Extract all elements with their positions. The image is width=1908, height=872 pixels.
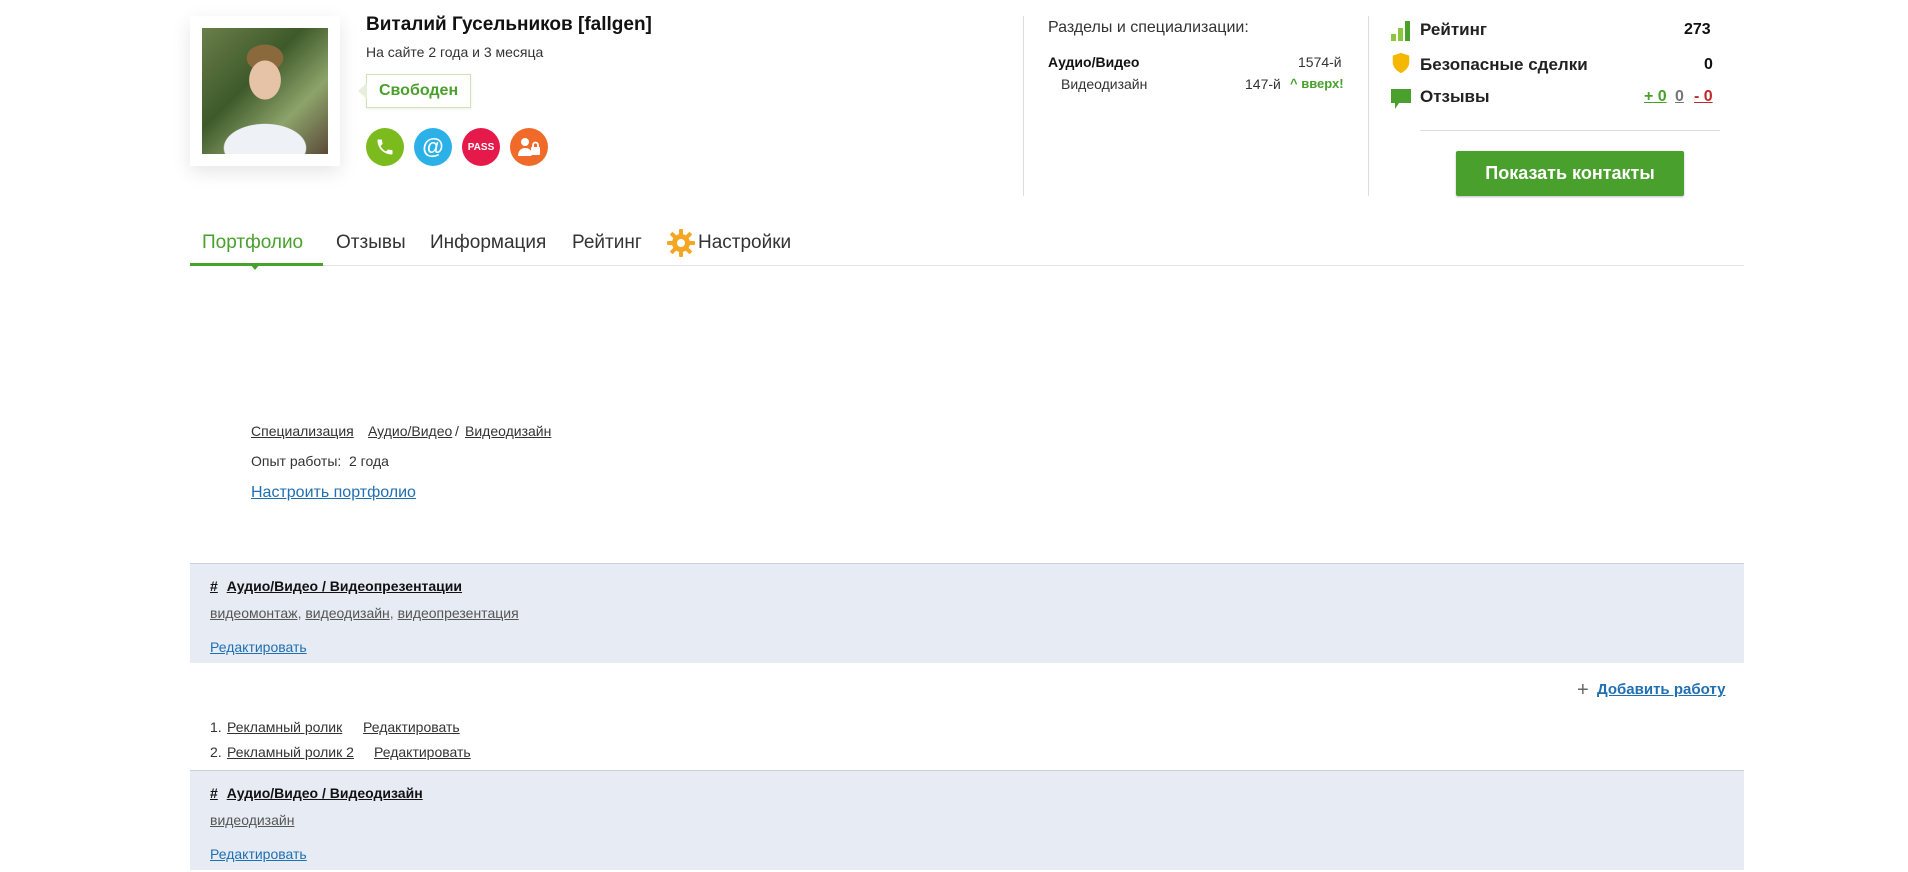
section-sub-rank: 147-й: [1245, 76, 1281, 92]
rating-value: 273: [1684, 21, 1711, 38]
edit-category-link[interactable]: Редактировать: [210, 639, 307, 655]
category-title-link[interactable]: Аудио/Видео / Видеопрезентации: [227, 578, 462, 594]
avatar[interactable]: [202, 28, 328, 154]
tag-separator: ,: [297, 605, 302, 621]
show-contacts-button[interactable]: Показать контакты: [1456, 151, 1684, 196]
tab-information[interactable]: Информация: [430, 232, 546, 254]
tab-portfolio[interactable]: Портфолио: [202, 232, 303, 254]
column-divider: [1023, 16, 1024, 196]
work-number: 2.: [210, 744, 222, 760]
stats-divider: [1420, 130, 1720, 131]
gear-icon[interactable]: [666, 228, 696, 258]
reviews-bubble-icon: [1391, 89, 1411, 109]
plus-icon: +: [1577, 679, 1589, 701]
category-tags: видеомонтаж, видеодизайн, видеопрезентац…: [210, 605, 519, 621]
reviews-neutral-link[interactable]: 0: [1675, 88, 1684, 106]
work-title-link[interactable]: Рекламный ролик: [227, 719, 342, 735]
rating-bars-icon: [1391, 21, 1410, 41]
portfolio-category-panel: # Аудио/Видео / Видеопрезентации видеомо…: [190, 563, 1744, 663]
phone-icon[interactable]: [366, 128, 404, 166]
portfolio-category-panel: # Аудио/Видео / Видеодизайн видеодизайн …: [190, 770, 1744, 870]
email-icon[interactable]: @: [414, 128, 452, 166]
category-heading: # Аудио/Видео / Видеопрезентации: [210, 578, 462, 596]
tag-link[interactable]: видеопрезентация: [398, 605, 519, 621]
experience-value: 2 года: [349, 453, 389, 469]
edit-work-link[interactable]: Редактировать: [363, 719, 460, 735]
column-divider: [1368, 16, 1369, 196]
specialization-label: Специализация: [251, 423, 354, 439]
pass-icon[interactable]: PASS: [462, 128, 500, 166]
specialization-link-audio-video[interactable]: Аудио/Видео: [368, 423, 452, 439]
user-name: Виталий Гусельников [fallgen]: [366, 14, 652, 35]
status-badge: Свободен: [357, 74, 472, 108]
specialization-separator: /: [455, 423, 459, 439]
safe-deals-value: 0: [1704, 56, 1713, 73]
specialization-link-videodesign[interactable]: Видеодизайн: [465, 423, 551, 439]
rating-label: Рейтинг: [1420, 20, 1487, 39]
section-sub-name: Видеодизайн: [1061, 76, 1148, 92]
add-work-link[interactable]: Добавить работу: [1597, 681, 1725, 698]
sections-title: Разделы и специализации:: [1048, 19, 1249, 36]
edit-category-link[interactable]: Редактировать: [210, 846, 307, 862]
tab-reviews[interactable]: Отзывы: [336, 232, 406, 254]
safe-deals-label: Безопасные сделки: [1420, 55, 1588, 74]
reviews-positive-link[interactable]: + 0: [1644, 88, 1667, 106]
category-title-link[interactable]: Аудио/Видео / Видеодизайн: [227, 785, 423, 801]
tab-active-caret: [250, 264, 260, 270]
tag-link[interactable]: видеомонтаж: [210, 605, 298, 621]
work-title-link[interactable]: Рекламный ролик 2: [227, 744, 354, 760]
section-sub-trend: ^ вверх!: [1290, 76, 1344, 91]
specialization-colon: :: [350, 423, 354, 439]
tag-separator: ,: [389, 605, 394, 621]
section-main-rank: 1574-й: [1298, 54, 1342, 70]
section-main-name: Аудио/Видео: [1048, 54, 1140, 70]
tab-settings[interactable]: Настройки: [698, 232, 791, 254]
tag-link[interactable]: видеодизайн: [305, 605, 389, 621]
edit-work-link[interactable]: Редактировать: [374, 744, 471, 760]
tag-link[interactable]: видеодизайн: [210, 812, 294, 828]
tab-rating[interactable]: Рейтинг: [572, 232, 642, 254]
configure-portfolio-link[interactable]: Настроить портфолио: [251, 484, 416, 502]
safe-deal-icon[interactable]: [510, 128, 548, 166]
category-tags: видеодизайн: [210, 812, 294, 828]
reviews-label: Отзывы: [1420, 87, 1490, 106]
tabs-divider: [190, 265, 1744, 266]
work-number: 1.: [210, 719, 222, 735]
category-anchor-link[interactable]: #: [210, 578, 218, 594]
on-site-duration: На сайте 2 года и 3 месяца: [366, 44, 544, 60]
avatar-card: [190, 16, 340, 166]
category-anchor-link[interactable]: #: [210, 785, 218, 801]
shield-icon: [1392, 52, 1410, 74]
experience-label: Опыт работы:: [251, 453, 342, 469]
reviews-negative-link[interactable]: - 0: [1694, 88, 1713, 106]
category-heading: # Аудио/Видео / Видеодизайн: [210, 785, 423, 803]
